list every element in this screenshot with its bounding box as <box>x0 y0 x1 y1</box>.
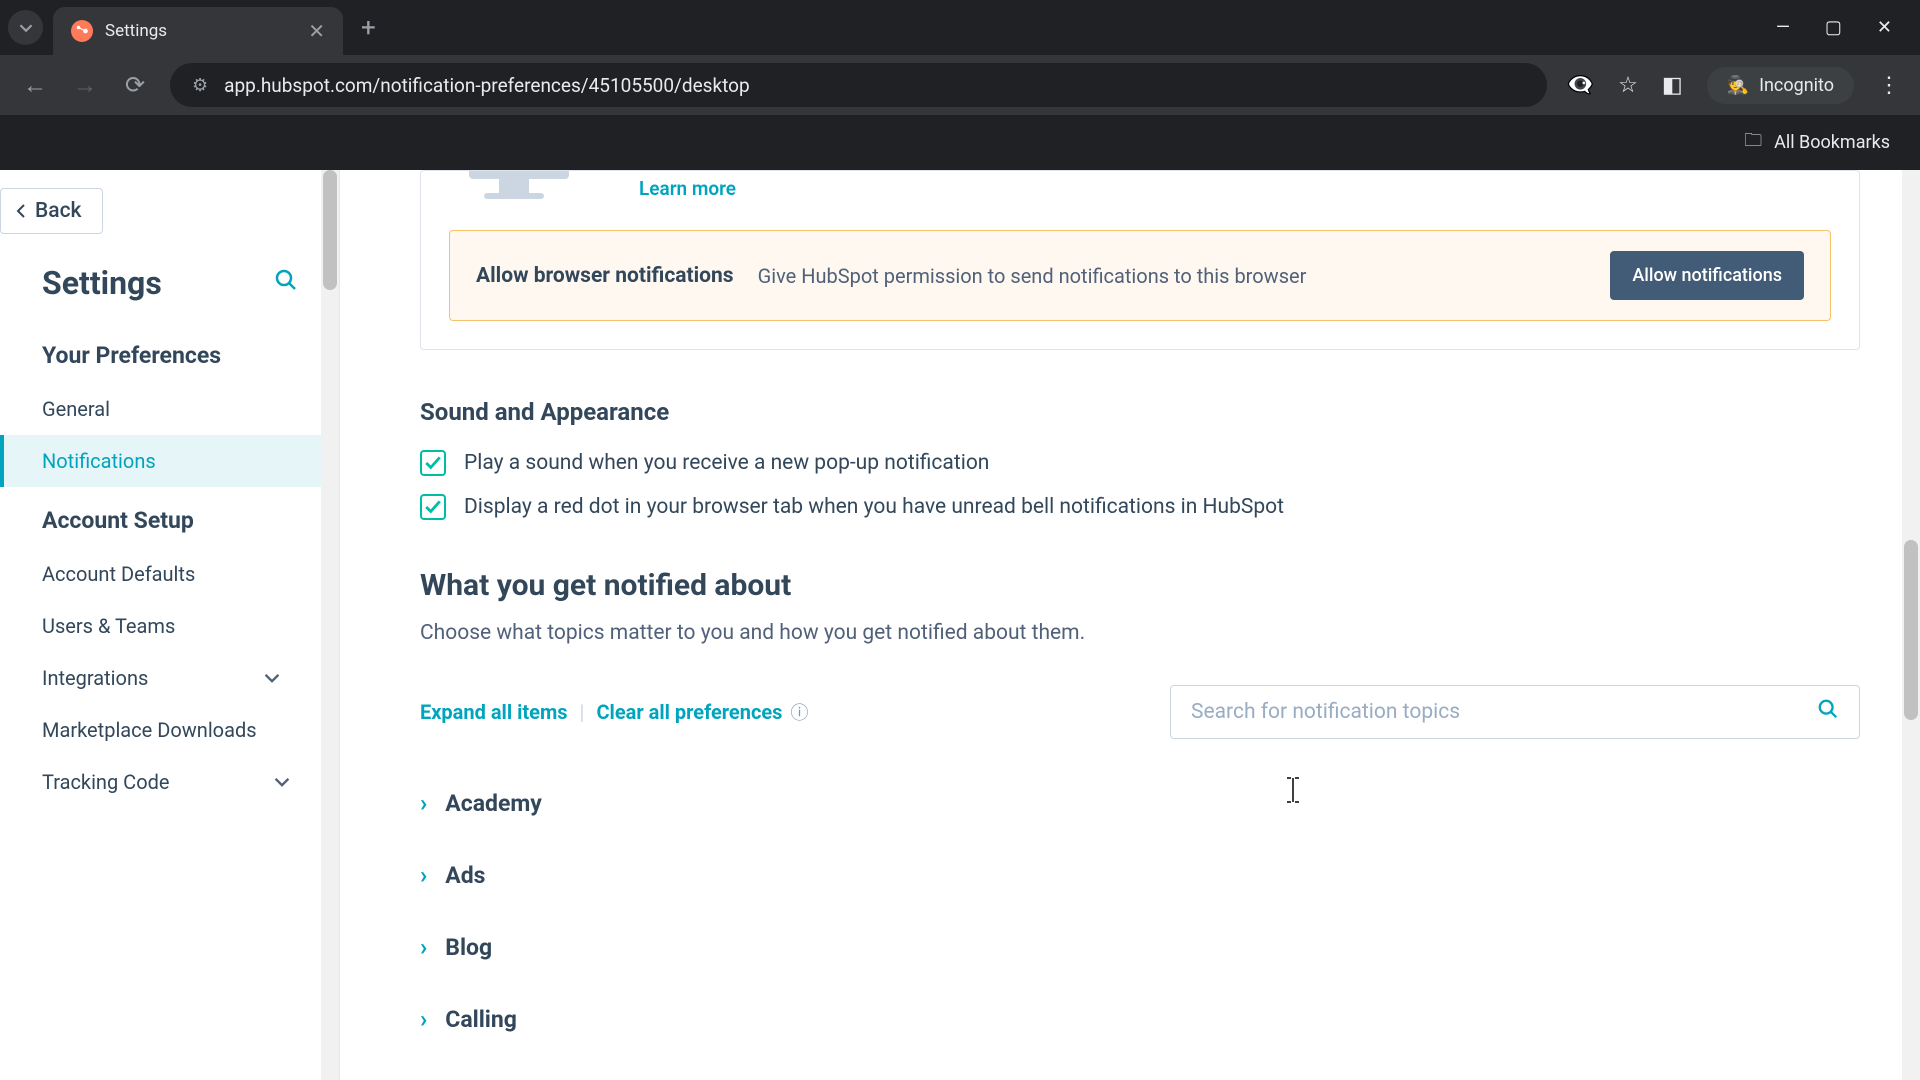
check-row-sound: Play a sound when you receive a new pop-… <box>420 450 1860 476</box>
chevron-left-icon <box>15 203 27 219</box>
chevron-down-icon <box>274 774 290 790</box>
back-button[interactable]: Back <box>0 188 103 234</box>
incognito-label: Incognito <box>1759 75 1834 96</box>
reload-icon[interactable]: ⟳ <box>120 71 150 99</box>
chevron-down-icon <box>264 670 280 686</box>
hubspot-favicon <box>71 20 93 42</box>
tab-search-button[interactable] <box>8 10 43 45</box>
bookmark-star-icon[interactable]: ☆ <box>1618 73 1638 98</box>
topic-label: Blog <box>445 934 492 961</box>
back-label: Back <box>35 199 82 223</box>
url-box[interactable]: ⚙ app.hubspot.com/notification-preferenc… <box>170 63 1547 107</box>
topic-ads[interactable]: › Ads <box>420 839 1860 911</box>
notify-about-heading: What you get notified about <box>420 568 1860 603</box>
notify-subtext: Choose what topics matter to you and how… <box>420 621 1860 645</box>
search-icon[interactable] <box>1817 698 1839 726</box>
checkbox-sound[interactable] <box>420 450 446 476</box>
topic-chat-email[interactable]: › Chat and email conversations <box>420 1055 1860 1080</box>
sidebar-scrollbar[interactable] <box>321 170 339 1080</box>
search-icon[interactable] <box>274 268 298 299</box>
all-bookmarks-link[interactable]: All Bookmarks <box>1774 132 1890 153</box>
topic-academy[interactable]: › Academy <box>420 767 1860 839</box>
search-input[interactable] <box>1191 700 1817 724</box>
folder-icon: 🗀 <box>1744 128 1762 158</box>
sidebar-item-tracking-code[interactable]: Tracking Code <box>0 756 322 808</box>
divider: | <box>580 700 585 724</box>
eye-off-icon[interactable]: 👁‍🗨 <box>1567 73 1594 98</box>
incognito-badge: 🕵 Incognito <box>1707 67 1854 104</box>
browser-tab[interactable]: Settings ✕ <box>53 7 343 55</box>
topic-label: Calling <box>445 1006 517 1033</box>
tab-bar: Settings ✕ + — ▢ ✕ <box>0 0 1920 55</box>
chevron-right-icon: › <box>420 1005 427 1033</box>
check-label: Play a sound when you receive a new pop-… <box>464 451 989 475</box>
site-settings-icon[interactable]: ⚙ <box>192 75 208 96</box>
allow-notifications-alert: Allow browser notifications Give HubSpot… <box>449 230 1831 321</box>
window-controls: — ▢ ✕ <box>1776 17 1912 38</box>
sidebar-section-preferences: Your Preferences <box>0 322 322 383</box>
topic-calling[interactable]: › Calling <box>420 983 1860 1055</box>
sidebar-section-account: Account Setup <box>0 487 322 548</box>
close-window-icon[interactable]: ✕ <box>1877 17 1892 38</box>
topic-blog[interactable]: › Blog <box>420 911 1860 983</box>
info-icon[interactable]: ⓘ <box>790 699 808 725</box>
sidebar-item-marketplace[interactable]: Marketplace Downloads <box>0 704 322 756</box>
browser-notifications-card: Learn more Allow browser notifications G… <box>420 170 1860 350</box>
back-icon[interactable]: ← <box>20 71 50 100</box>
topic-label: Ads <box>445 862 485 889</box>
sidebar-item-users-teams[interactable]: Users & Teams <box>0 600 322 652</box>
bookmarks-bar: 🗀 All Bookmarks <box>0 115 1920 170</box>
alert-text: Give HubSpot permission to send notifica… <box>758 264 1307 288</box>
checkbox-red-dot[interactable] <box>420 494 446 520</box>
page-content: Back Settings Your Preferences General N… <box>0 170 1920 1080</box>
incognito-icon: 🕵 <box>1727 75 1749 96</box>
tab-close-icon[interactable]: ✕ <box>308 19 325 43</box>
learn-more-link[interactable]: Learn more <box>639 177 736 200</box>
browser-chrome: Settings ✕ + — ▢ ✕ ← → ⟳ ⚙ app.hubspot.c… <box>0 0 1920 170</box>
search-topics-box[interactable] <box>1170 685 1860 739</box>
sound-appearance-heading: Sound and Appearance <box>420 398 1860 426</box>
settings-sidebar: Back Settings Your Preferences General N… <box>0 170 340 1080</box>
chevron-right-icon: › <box>420 789 427 817</box>
check-label: Display a red dot in your browser tab wh… <box>464 495 1284 519</box>
settings-title: Settings <box>42 264 162 302</box>
browser-menu-icon[interactable]: ⋮ <box>1878 73 1900 98</box>
minimize-icon[interactable]: — <box>1776 17 1790 38</box>
chevron-right-icon: › <box>420 861 427 889</box>
expand-all-link[interactable]: Expand all items <box>420 700 568 724</box>
sidebar-item-integrations[interactable]: Integrations <box>0 652 322 704</box>
tab-title: Settings <box>105 21 296 41</box>
sidebar-item-notifications[interactable]: Notifications <box>0 435 322 487</box>
sidebar-item-account-defaults[interactable]: Account Defaults <box>0 548 322 600</box>
clear-all-link[interactable]: Clear all preferences <box>596 700 782 724</box>
chevron-right-icon: › <box>420 933 427 961</box>
side-panel-icon[interactable]: ◧ <box>1662 73 1683 98</box>
sidebar-item-general[interactable]: General <box>0 383 322 435</box>
topic-label: Academy <box>445 790 542 817</box>
main-scrollbar[interactable] <box>1902 170 1920 1080</box>
main-content: Learn more Allow browser notifications G… <box>340 170 1920 1080</box>
maximize-icon[interactable]: ▢ <box>1825 17 1842 38</box>
forward-icon[interactable]: → <box>70 71 100 100</box>
check-row-red-dot: Display a red dot in your browser tab wh… <box>420 494 1860 520</box>
address-bar: ← → ⟳ ⚙ app.hubspot.com/notification-pre… <box>0 55 1920 115</box>
alert-title: Allow browser notifications <box>476 264 734 288</box>
controls-row: Expand all items | Clear all preferences… <box>420 685 1860 739</box>
new-tab-button[interactable]: + <box>361 13 376 43</box>
url-text: app.hubspot.com/notification-preferences… <box>224 74 1525 97</box>
allow-notifications-button[interactable]: Allow notifications <box>1610 251 1804 300</box>
